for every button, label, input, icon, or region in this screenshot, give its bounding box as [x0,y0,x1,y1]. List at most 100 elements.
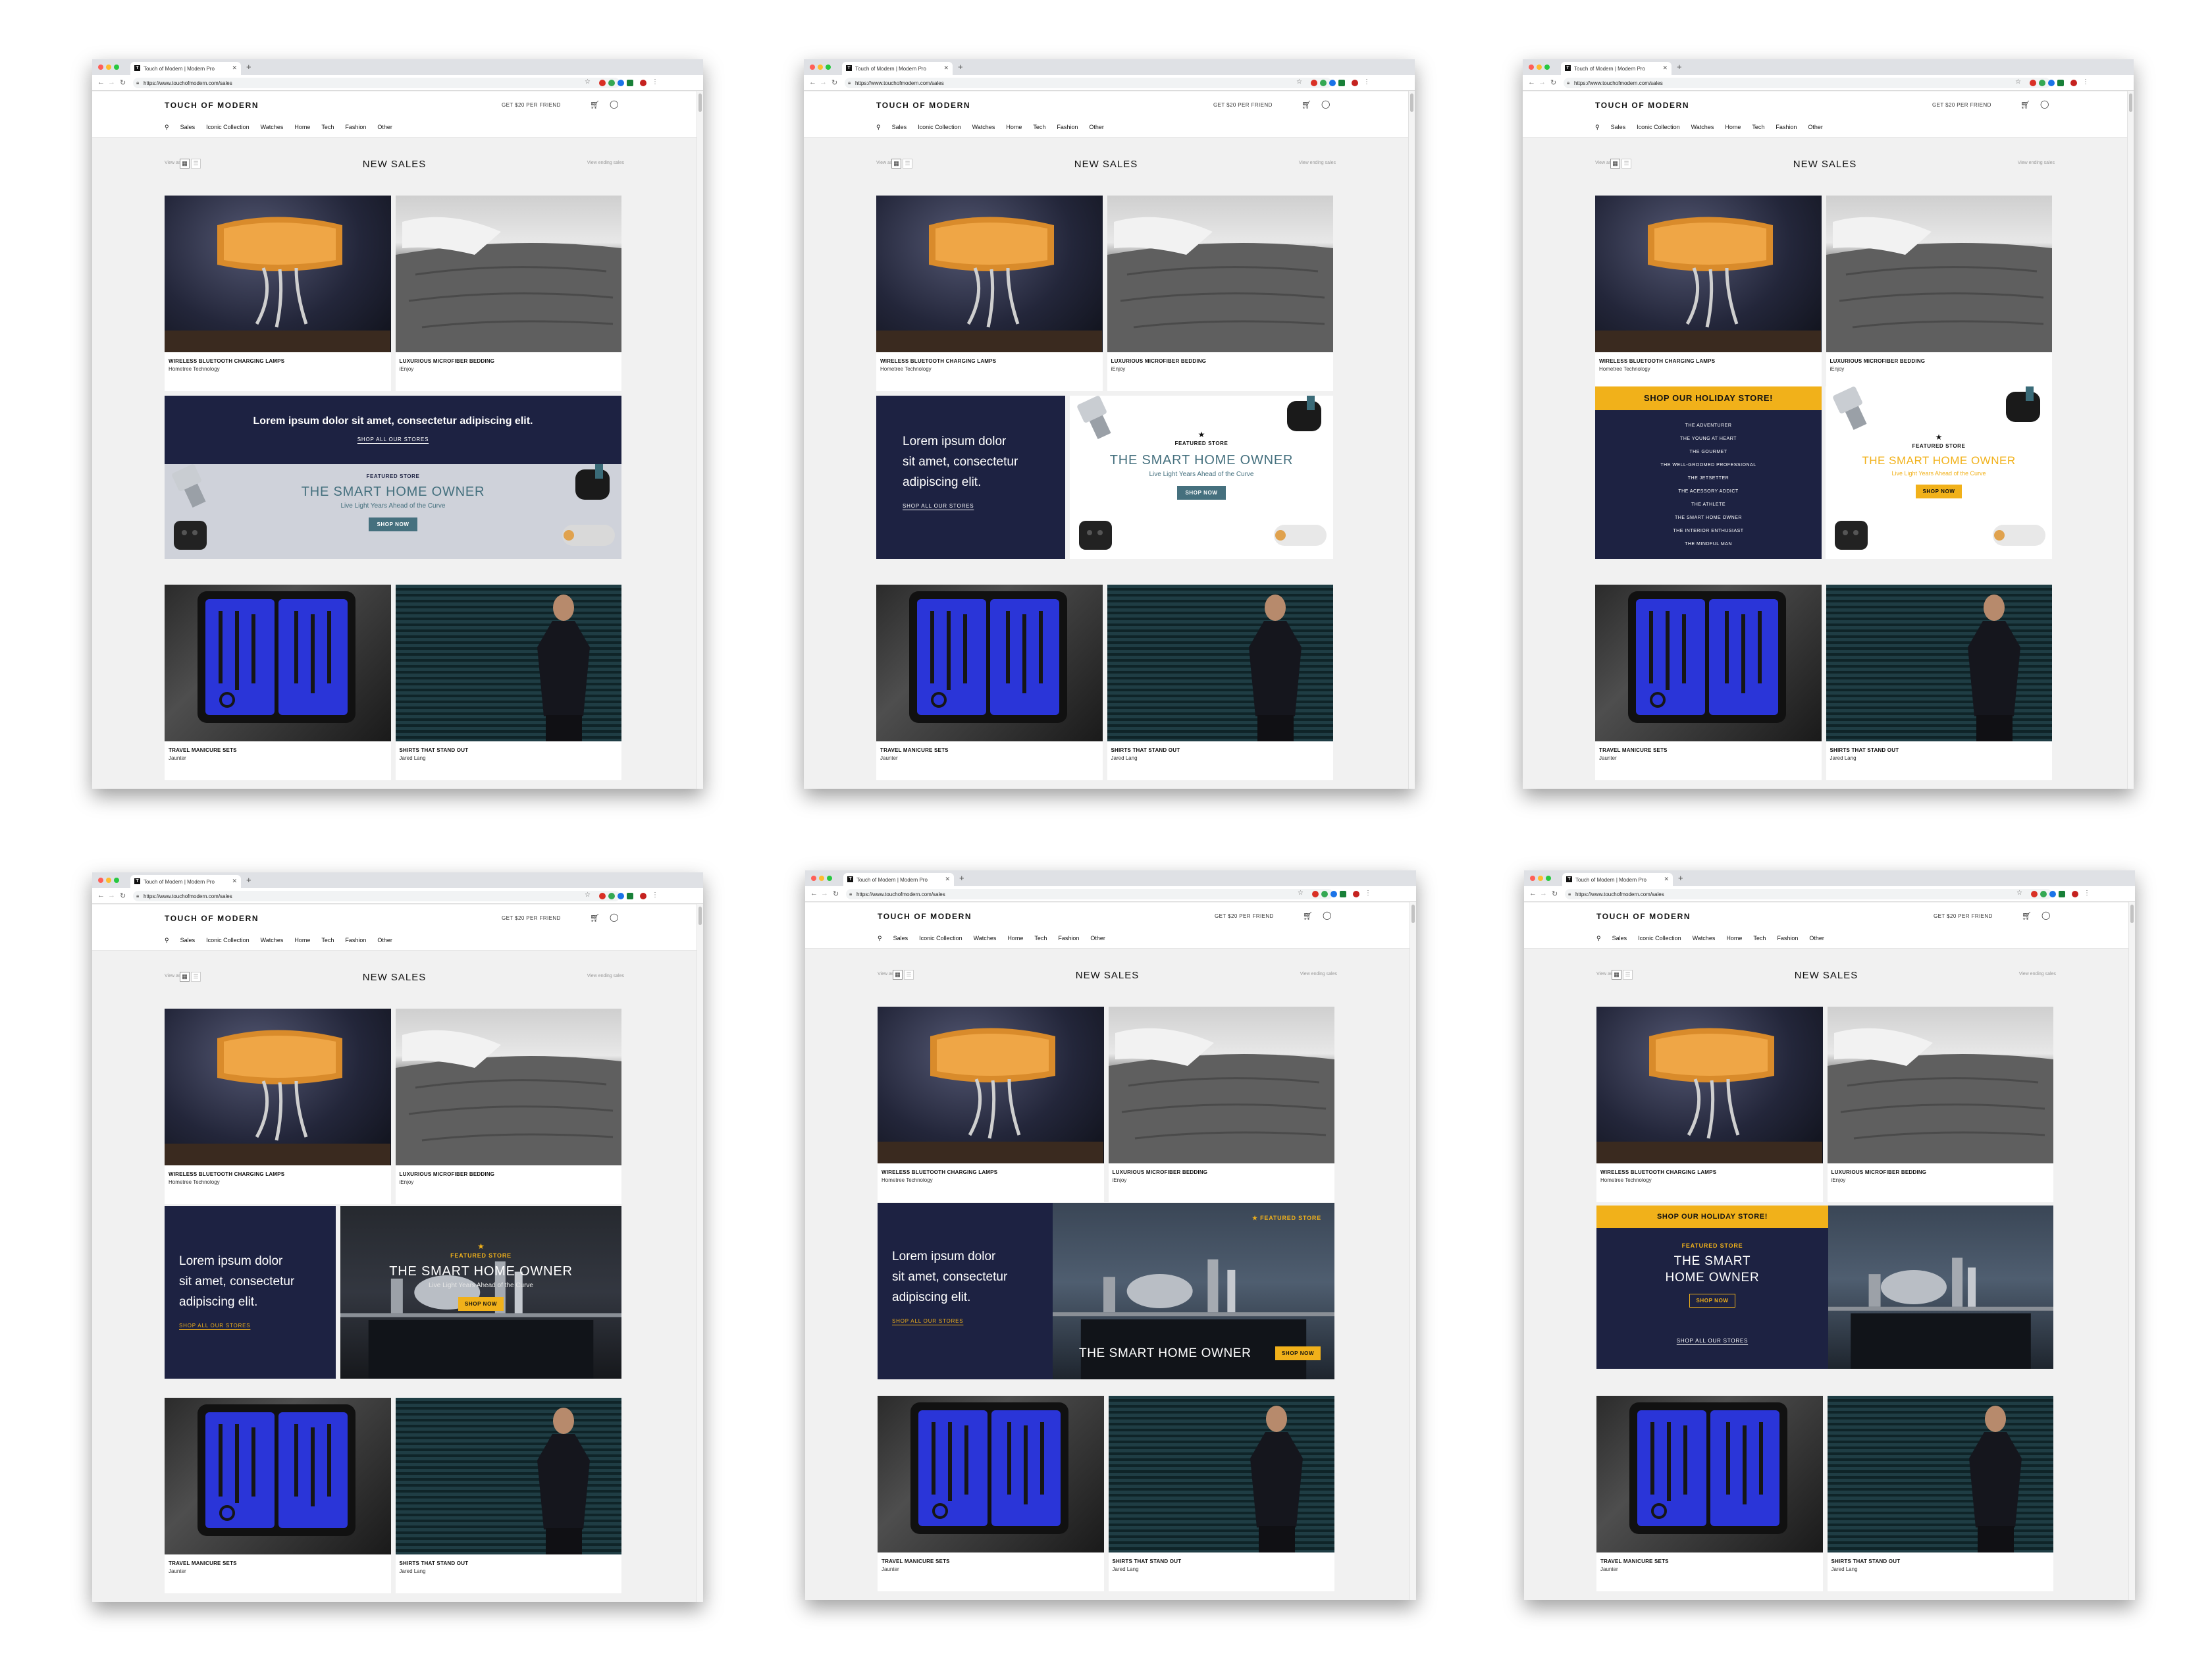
forward-icon[interactable]: → [821,889,828,897]
browser-tab[interactable]: T Touch of Modern | Modern Pro ✕ [842,62,953,75]
product-card[interactable]: TRAVEL MANICURE SETS Jaunter [165,1398,391,1593]
nav-item[interactable]: Iconic Collection [1638,935,1681,942]
holiday-list-item[interactable]: THE WELL-GROOMED PROFESSIONAL [1595,459,1822,472]
holiday-list-item[interactable]: THE ACESSORY ADDICT [1595,485,1822,498]
nav-item[interactable]: Watches [1691,124,1714,131]
view-ending-sales-link[interactable]: View ending sales [1299,161,1336,165]
minimize-window-icon[interactable] [818,65,823,70]
new-tab-icon[interactable]: + [958,62,963,72]
cart-icon[interactable]: 🛒︎ [1303,911,1313,920]
featured-store-banner[interactable]: Lorem ipsum dolor sit amet, consectetur ad… [878,1203,1334,1379]
url-input[interactable]: 🔒︎ https://www.touchofmodern.com/sales [845,78,1332,88]
nav-item[interactable]: Iconic Collection [918,124,961,131]
nav-item[interactable]: Home [294,124,310,131]
nav-item[interactable]: Sales [180,124,196,131]
featured-store-banner[interactable]: Lorem ipsum dolor sit amet, consectetur ad… [165,1206,621,1379]
scrollbar-thumb[interactable] [1411,905,1415,923]
product-card[interactable]: WIRELESS BLUETOOTH CHARGING LAMPS Hometr… [878,1007,1104,1202]
scrollbar-thumb[interactable] [698,93,702,112]
extension-icon[interactable] [1338,80,1345,86]
scrollbar[interactable] [2127,91,2134,789]
nav-item[interactable]: Home [1007,935,1023,942]
browser-tab[interactable]: T Touch of Modern | Modern Pro ✕ [1562,873,1673,886]
nav-item[interactable]: Iconic Collection [919,935,962,942]
account-icon[interactable]: ◯ [1323,911,1331,920]
profile-avatar-icon[interactable] [640,80,646,86]
holiday-list-item[interactable]: THE JETSETTER [1595,472,1822,485]
brand-logo[interactable]: TOUCH OF MODERN [876,101,970,110]
product-card[interactable]: TRAVEL MANICURE SETS Jaunter [878,1396,1104,1591]
product-card[interactable]: WIRELESS BLUETOOTH CHARGING LAMPS Hometr… [1596,1007,1823,1202]
extension-icon[interactable] [1321,891,1328,897]
shop-all-link[interactable]: SHOP ALL OUR STORES [892,1318,1007,1324]
profile-avatar-icon[interactable] [640,893,646,899]
close-window-icon[interactable] [98,65,103,70]
holiday-list-item[interactable]: THE ATHLETE [1595,498,1822,512]
new-tab-icon[interactable]: + [1678,873,1683,883]
new-tab-icon[interactable]: + [959,873,964,883]
minimize-window-icon[interactable] [819,876,824,881]
close-window-icon[interactable] [1530,876,1535,881]
nav-item[interactable]: Watches [261,124,284,131]
maximize-window-icon[interactable] [114,878,119,883]
featured-store-banner[interactable]: SHOP OUR HOLIDAY STORE! THE ADVENTURER THE… [1595,386,2052,559]
holiday-list-item[interactable]: THE MINDFUL MAN [1595,538,1822,551]
close-window-icon[interactable] [1529,65,1534,70]
cart-icon[interactable]: 🛒︎ [590,100,600,109]
account-icon[interactable]: ◯ [2040,99,2049,109]
nav-item[interactable]: Fashion [345,124,366,131]
minimize-window-icon[interactable] [1538,876,1543,881]
maximize-window-icon[interactable] [1546,876,1551,881]
holiday-list-item[interactable]: THE SMART HOME OWNER [1595,512,1822,525]
browser-tab[interactable]: T Touch of Modern | Modern Pro ✕ [130,875,241,888]
browser-tab[interactable]: T Touch of Modern | Modern Pro ✕ [1561,62,1672,75]
scrollbar-thumb[interactable] [698,907,702,925]
extension-icon[interactable] [608,80,615,86]
product-card[interactable]: WIRELESS BLUETOOTH CHARGING LAMPS Hometr… [165,1009,391,1204]
nav-item[interactable]: Sales [180,937,196,944]
nav-item[interactable]: Tech [321,937,334,944]
scrollbar-thumb[interactable] [2130,905,2134,923]
extension-icon[interactable] [2049,891,2056,897]
forward-icon[interactable]: → [1539,78,1546,86]
extension-icon[interactable] [2039,80,2045,86]
shop-now-button[interactable]: SHOP NOW [1177,486,1226,500]
browser-menu-icon[interactable]: ⋮ [652,891,658,899]
maximize-window-icon[interactable] [826,65,831,70]
nav-item[interactable]: Tech [1033,124,1045,131]
holiday-list-item[interactable]: THE YOUNG AT HEART [1595,433,1822,446]
scrollbar[interactable] [1409,902,1416,1600]
nav-item[interactable]: Iconic Collection [206,937,250,944]
browser-menu-icon[interactable]: ⋮ [2082,78,2089,86]
shop-now-button[interactable]: SHOP NOW [1689,1294,1735,1308]
extension-icon[interactable] [627,893,633,899]
url-input[interactable]: 🔒︎ https://www.touchofmodern.com/sales [846,889,1333,899]
back-icon[interactable]: ← [809,78,816,86]
product-card[interactable]: LUXURIOUS MICROFIBER BEDDING iEnjoy [1826,196,2052,391]
maximize-window-icon[interactable] [827,876,832,881]
holiday-list-item[interactable]: THE ADVENTURER [1595,419,1822,433]
url-input[interactable]: 🔒︎ https://www.touchofmodern.com/sales [133,891,620,901]
profile-avatar-icon[interactable] [1353,891,1359,897]
nav-item[interactable]: Sales [892,124,907,131]
referral-link[interactable]: GET $20 PER FRIEND [502,915,561,921]
nav-item[interactable]: Sales [1612,935,1627,942]
new-tab-icon[interactable]: + [246,62,251,72]
browser-menu-icon[interactable]: ⋮ [1363,78,1370,86]
forward-icon[interactable]: → [108,891,115,899]
nav-item[interactable]: Other [1090,935,1105,942]
extension-icon[interactable] [618,893,624,899]
search-icon[interactable]: ⚲ [1596,935,1601,942]
brand-logo[interactable]: TOUCH OF MODERN [165,101,259,110]
product-card[interactable]: WIRELESS BLUETOOTH CHARGING LAMPS Hometr… [876,196,1103,391]
search-icon[interactable]: ⚲ [1595,124,1600,131]
shop-now-button[interactable]: SHOP NOW [1916,485,1962,498]
new-tab-icon[interactable]: + [1677,62,1682,72]
shop-all-link[interactable]: SHOP ALL OUR STORES [903,503,1018,509]
close-tab-icon[interactable]: ✕ [232,878,237,885]
extension-icon[interactable] [1340,891,1346,897]
product-card[interactable]: TRAVEL MANICURE SETS Jaunter [1595,585,1822,780]
close-tab-icon[interactable]: ✕ [1662,65,1668,72]
nav-item[interactable]: Home [1726,935,1742,942]
extension-icon[interactable] [599,893,606,899]
